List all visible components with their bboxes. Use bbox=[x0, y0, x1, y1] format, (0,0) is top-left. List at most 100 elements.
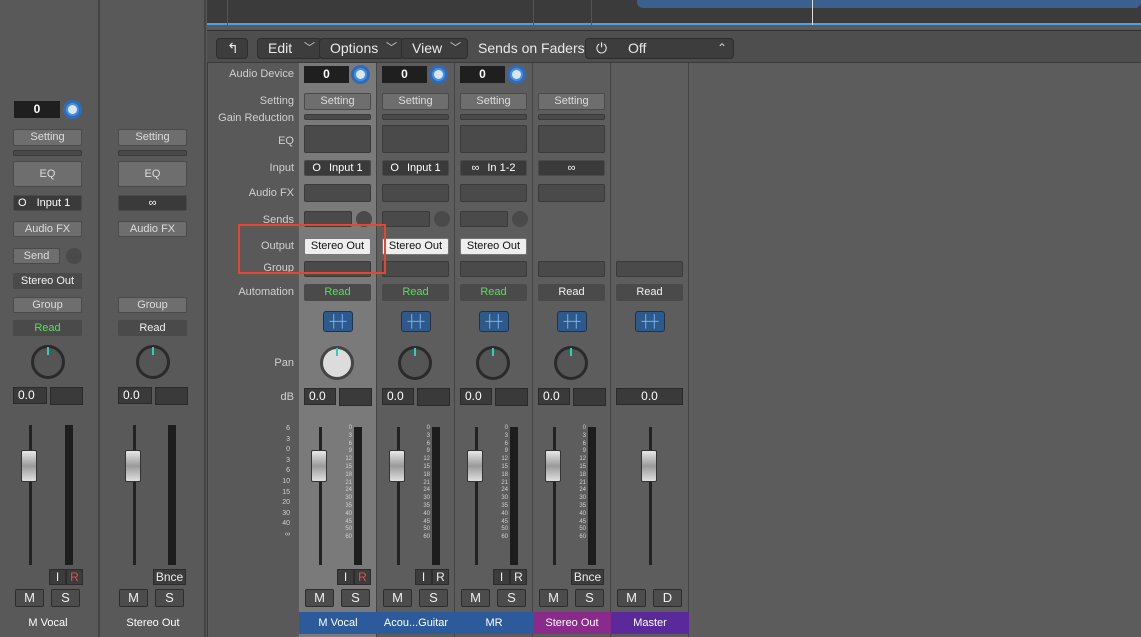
channel-name[interactable]: MR bbox=[455, 612, 533, 634]
send-level-knob[interactable] bbox=[434, 211, 450, 227]
send-level-knob[interactable] bbox=[512, 211, 528, 227]
bounce-button[interactable]: Bnce bbox=[571, 569, 604, 585]
options-menu[interactable]: Options ﹀ bbox=[319, 38, 404, 59]
audio-fx-slot[interactable] bbox=[304, 184, 371, 202]
volume-fader[interactable] bbox=[641, 450, 657, 482]
mute-button[interactable]: M bbox=[305, 589, 334, 607]
send-slot[interactable]: Send bbox=[13, 248, 60, 264]
automation-mode[interactable]: Read bbox=[382, 284, 449, 301]
db-value[interactable]: 0.0 bbox=[460, 388, 492, 405]
group-slot[interactable] bbox=[616, 261, 683, 277]
waveform-icon[interactable]: ┼┼ bbox=[479, 311, 509, 332]
db-value[interactable]: 0.0 bbox=[118, 387, 152, 404]
volume-fader[interactable] bbox=[389, 450, 405, 482]
input-monitor-button[interactable]: I bbox=[49, 569, 66, 585]
dim-button[interactable]: D bbox=[653, 589, 682, 607]
send-level-knob[interactable] bbox=[66, 248, 82, 264]
record-enable-button[interactable]: R bbox=[510, 569, 527, 585]
group-slot[interactable] bbox=[382, 261, 449, 277]
channel-name[interactable]: M Vocal bbox=[299, 612, 377, 634]
input-monitor-button[interactable]: I bbox=[493, 569, 510, 585]
mute-button[interactable]: M bbox=[461, 589, 490, 607]
input-monitor-icon[interactable] bbox=[351, 65, 370, 84]
record-enable-button[interactable]: R bbox=[354, 569, 371, 585]
pan-knob[interactable] bbox=[136, 345, 170, 379]
edit-menu[interactable]: Edit ﹀ bbox=[257, 38, 322, 59]
eq-button[interactable]: EQ bbox=[118, 161, 187, 187]
pan-knob[interactable] bbox=[320, 346, 354, 380]
eq-slot[interactable] bbox=[382, 125, 449, 153]
waveform-icon[interactable]: ┼┼ bbox=[323, 311, 353, 332]
db-value[interactable]: 0.0 bbox=[616, 388, 683, 405]
mute-button[interactable]: M bbox=[15, 589, 44, 607]
mute-button[interactable]: M bbox=[617, 589, 646, 607]
db-value[interactable]: 0.0 bbox=[13, 387, 47, 404]
eq-slot[interactable] bbox=[538, 125, 605, 153]
track-timeline[interactable] bbox=[207, 0, 1141, 25]
input-monitor-icon[interactable] bbox=[507, 65, 526, 84]
waveform-icon[interactable]: ┼┼ bbox=[635, 311, 665, 332]
output-slot[interactable]: Stereo Out bbox=[13, 273, 82, 289]
bounce-button[interactable]: Bnce bbox=[153, 569, 186, 585]
group-slot[interactable]: Group bbox=[118, 297, 187, 313]
automation-mode[interactable]: Read bbox=[616, 284, 683, 301]
solo-button[interactable]: S bbox=[419, 589, 448, 607]
automation-mode[interactable]: Read bbox=[460, 284, 527, 301]
group-slot[interactable] bbox=[460, 261, 527, 277]
solo-button[interactable]: S bbox=[51, 589, 80, 607]
automation-mode[interactable]: Read bbox=[304, 284, 371, 301]
input-monitor-button[interactable]: I bbox=[337, 569, 354, 585]
waveform-icon[interactable]: ┼┼ bbox=[401, 311, 431, 332]
audio-fx-slot[interactable] bbox=[460, 184, 527, 202]
channel-name[interactable]: Stereo Out bbox=[533, 612, 611, 634]
audio-device-value[interactable]: 0 bbox=[460, 66, 505, 83]
eq-slot[interactable] bbox=[460, 125, 527, 153]
mute-button[interactable]: M bbox=[539, 589, 568, 607]
setting-button[interactable]: Setting bbox=[13, 129, 82, 146]
sends-on-faders-select[interactable]: ⏻ Off ⌃ bbox=[585, 38, 734, 59]
solo-button[interactable]: S bbox=[155, 589, 184, 607]
mute-button[interactable]: M bbox=[383, 589, 412, 607]
input-slot[interactable]: O Input 1 bbox=[304, 160, 371, 176]
automation-mode[interactable]: Read bbox=[13, 320, 82, 336]
input-slot[interactable]: O Input 1 bbox=[382, 160, 449, 176]
back-button[interactable]: ↰ bbox=[216, 38, 248, 59]
input-monitor-button[interactable]: I bbox=[415, 569, 432, 585]
solo-button[interactable]: S bbox=[575, 589, 604, 607]
audio-device-value[interactable]: 0 bbox=[304, 66, 349, 83]
volume-fader[interactable] bbox=[125, 450, 141, 482]
channel-name[interactable]: M Vocal bbox=[5, 612, 91, 634]
pan-knob[interactable] bbox=[476, 346, 510, 380]
db-value[interactable]: 0.0 bbox=[382, 388, 414, 405]
output-slot[interactable]: Stereo Out bbox=[382, 238, 449, 255]
input-monitor-icon[interactable] bbox=[63, 100, 82, 119]
channel-name[interactable]: Acou...Guitar bbox=[377, 612, 455, 634]
playhead[interactable] bbox=[812, 0, 813, 25]
volume-fader[interactable] bbox=[467, 450, 483, 482]
volume-fader[interactable] bbox=[545, 450, 561, 482]
channel-name[interactable]: Master bbox=[611, 612, 689, 634]
solo-button[interactable]: S bbox=[341, 589, 370, 607]
setting-button[interactable]: Setting bbox=[538, 93, 605, 110]
input-monitor-icon[interactable] bbox=[429, 65, 448, 84]
audio-fx-slot[interactable]: Audio FX bbox=[118, 221, 187, 237]
db-value[interactable]: 0.0 bbox=[304, 388, 336, 405]
setting-button[interactable]: Setting bbox=[382, 93, 449, 110]
send-slot[interactable] bbox=[382, 211, 430, 227]
audio-fx-slot[interactable]: Audio FX bbox=[13, 221, 82, 237]
input-slot[interactable]: ∞ bbox=[538, 160, 605, 176]
waveform-icon[interactable]: ┼┼ bbox=[557, 311, 587, 332]
pan-knob[interactable] bbox=[31, 345, 65, 379]
solo-button[interactable]: S bbox=[497, 589, 526, 607]
pan-knob[interactable] bbox=[554, 346, 588, 380]
pan-knob[interactable] bbox=[398, 346, 432, 380]
eq-slot[interactable] bbox=[304, 125, 371, 153]
output-slot[interactable]: Stereo Out bbox=[460, 238, 527, 255]
audio-device-value[interactable]: 0 bbox=[14, 101, 60, 118]
volume-fader[interactable] bbox=[21, 450, 37, 482]
setting-button[interactable]: Setting bbox=[118, 129, 187, 146]
automation-mode[interactable]: Read bbox=[538, 284, 605, 301]
stereo-input-icon[interactable]: ∞ bbox=[118, 195, 187, 211]
audio-fx-slot[interactable] bbox=[382, 184, 449, 202]
setting-button[interactable]: Setting bbox=[304, 93, 371, 110]
